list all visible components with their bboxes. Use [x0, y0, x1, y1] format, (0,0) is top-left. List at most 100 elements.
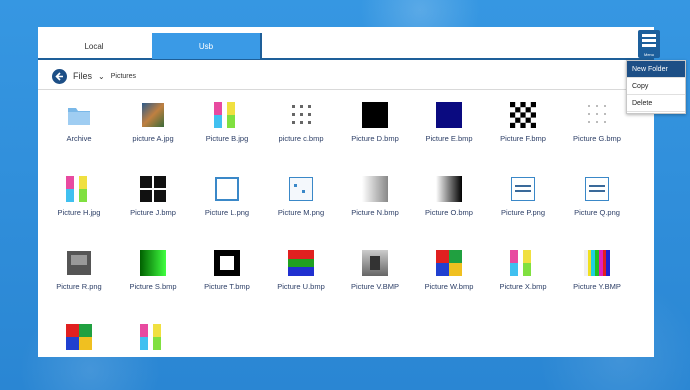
green-gradient-thumbnail [140, 250, 166, 276]
file-name: Picture E.bmp [425, 134, 473, 143]
file-item[interactable]: Picture G.bmp [560, 102, 634, 162]
color-bars-thumbnail-part [214, 115, 222, 128]
rgb-stripes-thumbnail-part [288, 267, 314, 276]
quad-color-thumbnail-part [66, 324, 79, 337]
gray-photo-thumbnail-part [370, 256, 380, 270]
folder-icon-part [68, 112, 90, 125]
color-bars-thumbnail-part [510, 263, 518, 276]
text-frame-thumbnail [510, 176, 536, 202]
checker-thumbnail-part [510, 112, 516, 118]
test-pattern-thumbnail-part [606, 250, 610, 276]
quad-color-thumbnail-part [449, 263, 462, 276]
file-item[interactable]: Picture T.bmp [190, 250, 264, 310]
dots-light-thumbnail-part [596, 121, 598, 123]
file-item[interactable]: Picture X.bmp [486, 250, 560, 310]
color-bars-thumbnail [66, 176, 92, 202]
file-item[interactable]: Picture R.png [42, 250, 116, 310]
dots-light-thumbnail-part [604, 121, 606, 123]
menu-item-delete[interactable]: Delete [627, 95, 685, 112]
file-item[interactable]: Picture N.bmp [338, 176, 412, 236]
file-item[interactable]: Picture O.bmp [412, 176, 486, 236]
file-name: Picture R.png [56, 282, 102, 291]
color-bars-thumbnail-part [66, 189, 74, 202]
frame-dots-thumbnail-part [294, 184, 297, 187]
quad-color-thumbnail-part [436, 250, 449, 263]
file-item[interactable] [116, 324, 190, 384]
checker-thumbnail-part [525, 107, 531, 113]
file-name: Picture H.jpg [57, 208, 101, 217]
checker-thumbnail-part [515, 107, 521, 113]
dots-light-thumbnail-part [588, 121, 590, 123]
file-item[interactable]: Picture H.jpg [42, 176, 116, 236]
color-bars-thumbnail [510, 250, 536, 276]
file-name: Picture D.bmp [351, 134, 399, 143]
file-item[interactable]: Picture M.png [264, 176, 338, 236]
checker-thumbnail-part [510, 102, 536, 128]
file-item[interactable]: picture A.jpg [116, 102, 190, 162]
file-name: Picture U.bmp [277, 282, 325, 291]
dots-light-thumbnail-part [596, 113, 598, 115]
file-item[interactable]: picture c.bmp [264, 102, 338, 162]
file-item[interactable] [42, 324, 116, 384]
color-bars-thumbnail-part [510, 250, 518, 263]
back-arrow-icon[interactable] [52, 68, 67, 84]
menu-item-new-folder[interactable]: New Folder [627, 61, 685, 78]
gradient-light-thumbnail [362, 176, 388, 202]
photo-thumbnail [140, 102, 166, 128]
checker-thumbnail-part [530, 102, 536, 108]
color-bars-thumbnail-part [227, 115, 235, 128]
divider [38, 89, 654, 90]
file-item[interactable]: Picture E.bmp [412, 102, 486, 162]
checker-thumbnail-part [530, 112, 536, 118]
file-item[interactable]: Archive [42, 102, 116, 162]
color-bars-thumbnail-part [79, 176, 87, 189]
file-item[interactable]: Picture Y.BMP [560, 250, 634, 310]
file-item[interactable]: Picture L.png [190, 176, 264, 236]
dots-thumbnail-part [300, 105, 303, 108]
file-name: Picture L.png [204, 208, 250, 217]
color-bars-thumbnail-part [153, 337, 161, 350]
file-item[interactable]: Picture W.bmp [412, 250, 486, 310]
menu-item-copy[interactable]: Copy [627, 78, 685, 95]
color-bars-thumbnail-part [523, 250, 531, 263]
file-item[interactable]: Picture V.BMP [338, 250, 412, 310]
color-bars-thumbnail-part [79, 189, 87, 202]
breadcrumb-root[interactable]: Files [73, 71, 92, 81]
gradient-light-thumbnail-part [362, 176, 388, 202]
file-item[interactable]: Picture B.jpg [190, 102, 264, 162]
frame-dots-thumbnail [288, 176, 314, 202]
file-item[interactable]: Picture P.png [486, 176, 560, 236]
chevron-down-icon[interactable]: ⌄ [98, 72, 105, 81]
dots-thumbnail-part [300, 121, 303, 124]
black-border-thumbnail-part [220, 256, 234, 270]
menu-button[interactable]: Menu [638, 30, 660, 58]
gradient-dark-thumbnail-part [436, 176, 462, 202]
file-name: Picture P.png [500, 208, 546, 217]
file-item[interactable]: Picture U.bmp [264, 250, 338, 310]
gray-photo-thumbnail [362, 250, 388, 276]
black-pattern-thumbnail-part [140, 188, 166, 190]
tab-local[interactable]: Local [38, 33, 150, 59]
file-item[interactable]: Picture Q.png [560, 176, 634, 236]
file-name: Picture B.jpg [205, 134, 249, 143]
file-item[interactable]: Picture D.bmp [338, 102, 412, 162]
frame-dots-thumbnail-part [289, 177, 313, 201]
file-item[interactable]: Picture S.bmp [116, 250, 190, 310]
text-frame-thumbnail-part [585, 177, 609, 201]
rgb-stripes-thumbnail-part [288, 250, 314, 259]
file-item[interactable]: Picture F.bmp [486, 102, 560, 162]
text-frame-thumbnail [584, 176, 610, 202]
tab-usb[interactable]: Usb [152, 33, 262, 59]
dots-thumbnail-part [308, 105, 311, 108]
quad-color-thumbnail [66, 324, 92, 350]
file-browser-panel: Local Usb Menu Files ⌄ Pictures Archive p… [38, 27, 660, 357]
dots-thumbnail-part [292, 113, 295, 116]
text-frame-thumbnail-part [515, 185, 531, 187]
dots-light-thumbnail-part [588, 105, 590, 107]
file-item[interactable]: Picture J.bmp [116, 176, 190, 236]
gray-frame-thumbnail-part [71, 255, 87, 265]
file-name: Picture W.bmp [424, 282, 474, 291]
hamburger-icon [642, 34, 656, 37]
checker-thumbnail-part [520, 122, 526, 128]
file-name: picture c.bmp [278, 134, 324, 143]
